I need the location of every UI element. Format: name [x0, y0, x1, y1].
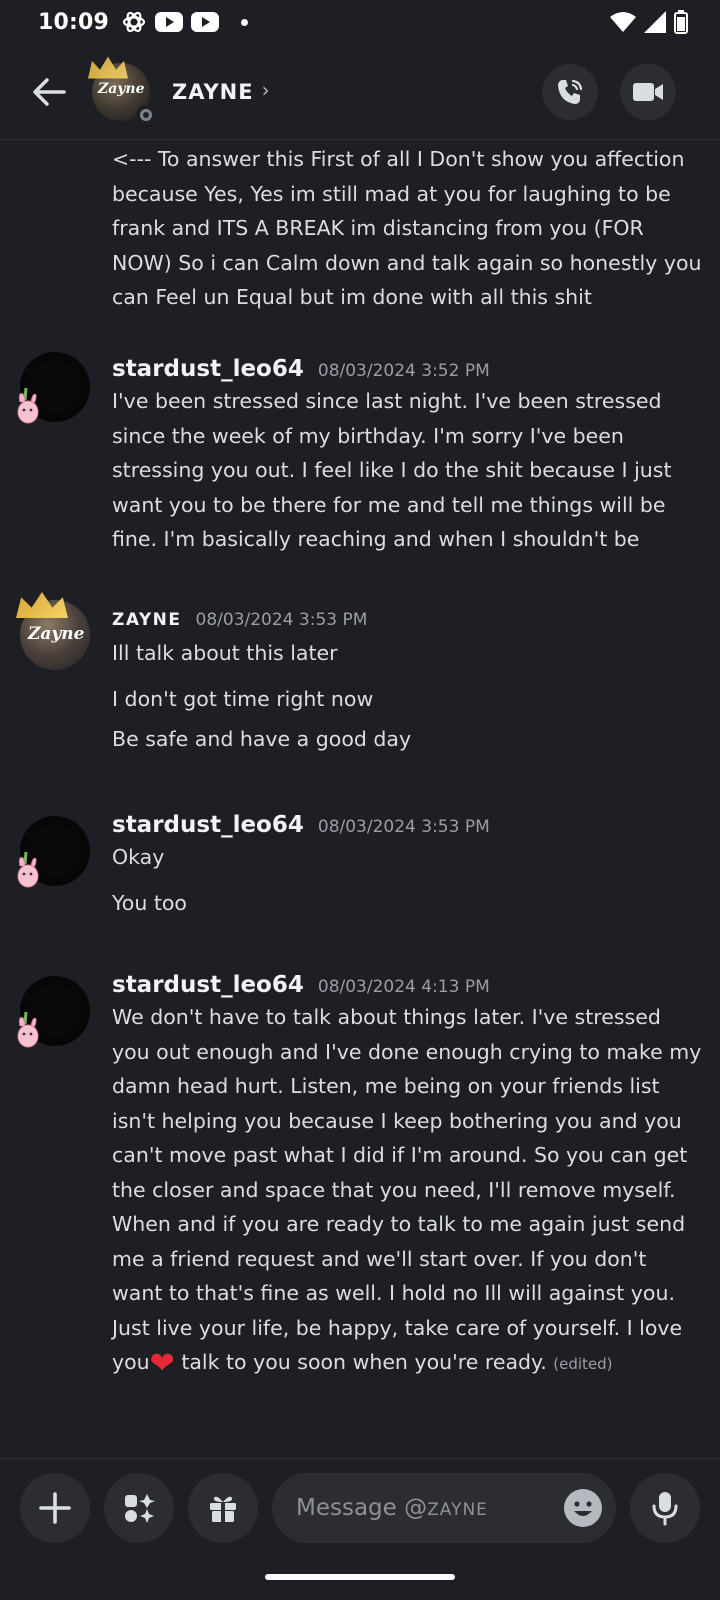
add-attachment-button[interactable]	[20, 1473, 90, 1543]
message-composer: Message @ZAYNE	[0, 1458, 720, 1554]
gift-icon	[210, 1496, 236, 1522]
placeholder-prefix: Message @	[296, 1495, 428, 1521]
gift-button[interactable]	[188, 1473, 258, 1543]
message-header: stardust_leo64 08/03/2024 4:13 PM	[112, 972, 702, 998]
avatar[interactable]: Zayne	[16, 592, 90, 670]
contact-name[interactable]: ZAYNE	[172, 80, 254, 104]
microphone-icon	[652, 1492, 678, 1526]
header-actions	[542, 63, 676, 120]
avatar-logo-text: Zayne	[28, 624, 85, 644]
phone-icon	[558, 79, 583, 104]
message-header: stardust_leo64 08/03/2024 3:53 PM	[112, 812, 702, 838]
message-timestamp: 08/03/2024 3:53 PM	[317, 817, 490, 837]
more-notifications-dot-icon	[241, 18, 249, 26]
author-name[interactable]: ZAYNE	[112, 610, 182, 630]
bunny-decoration-icon	[17, 1011, 39, 1048]
video-call-button[interactable]	[620, 63, 676, 120]
message-input[interactable]: Message @ZAYNE	[272, 1473, 616, 1543]
message-group[interactable]: stardust_leo64 08/03/2024 3:52 PM I've b…	[112, 356, 702, 557]
home-indicator[interactable]	[265, 1574, 455, 1580]
wifi-icon	[610, 11, 636, 33]
voice-message-button[interactable]	[630, 1473, 700, 1543]
cell-signal-icon	[644, 11, 666, 33]
message-timestamp: 08/03/2024 3:53 PM	[195, 610, 368, 630]
message-text-part: We don't have to talk about things later…	[112, 1005, 702, 1374]
apps-icon	[125, 1494, 155, 1523]
placeholder-recipient: ZAYNE	[427, 1500, 488, 1520]
status-bar: 10:09	[0, 0, 720, 44]
message-text-part: talk to you soon when you're ready.	[174, 1350, 547, 1374]
youtube-icon	[155, 12, 184, 32]
status-notification-icons	[121, 9, 249, 35]
message-text: <--- To answer this First of all I Don't…	[112, 147, 702, 309]
message-timestamp: 08/03/2024 3:52 PM	[317, 361, 490, 381]
status-system-icons	[610, 10, 688, 34]
plus-icon	[39, 1492, 71, 1524]
bunny-decoration-icon	[17, 387, 39, 424]
message-text: Be safe and have a good day	[112, 727, 412, 751]
message-text: Okay	[112, 845, 165, 869]
message-text: Ill talk about this later	[112, 641, 338, 665]
message-continuation[interactable]: <--- To answer this First of all I Don't…	[112, 142, 702, 315]
message-text: I don't got time right now	[112, 686, 374, 711]
video-camera-icon	[633, 82, 663, 101]
openai-icon	[121, 9, 147, 35]
heart-emoji-icon: ❤	[149, 1346, 175, 1381]
message-timestamp: 08/03/2024 4:13 PM	[317, 977, 490, 997]
chevron-right-icon[interactable]: ›	[262, 78, 270, 102]
message-group[interactable]: stardust_leo64 08/03/2024 4:13 PM We don…	[112, 972, 702, 1382]
message-input-placeholder: Message @ZAYNE	[296, 1495, 488, 1521]
message-header: stardust_leo64 08/03/2024 3:52 PM	[112, 356, 702, 382]
contact-avatar[interactable]: Zayne	[88, 56, 156, 125]
status-time: 10:09	[38, 9, 110, 35]
bunny-decoration-icon	[17, 851, 39, 888]
battery-icon	[674, 10, 688, 34]
chat-header: Zayne ZAYNE ›	[0, 44, 720, 140]
author-name[interactable]: stardust_leo64	[112, 972, 304, 998]
emoji-icon	[574, 1501, 592, 1516]
message-text: I've been stressed since last night. I'v…	[112, 389, 672, 551]
message-header: ZAYNE 08/03/2024 3:53 PM	[112, 610, 702, 630]
apps-button[interactable]	[104, 1473, 174, 1543]
message-text: You too	[112, 890, 187, 915]
author-name[interactable]: stardust_leo64	[112, 356, 304, 382]
message-text: We don't have to talk about things later…	[112, 1000, 702, 1382]
voice-call-button[interactable]	[542, 63, 598, 120]
crown-decoration-icon	[88, 56, 128, 79]
author-name[interactable]: stardust_leo64	[112, 812, 304, 838]
emoji-button[interactable]	[564, 1489, 602, 1527]
offline-status-icon	[136, 104, 156, 125]
message-group[interactable]: stardust_leo64 08/03/2024 3:53 PM Okay Y…	[112, 812, 702, 920]
avatar-logo-text: Zayne	[98, 80, 145, 97]
crown-decoration-icon	[16, 592, 68, 618]
message-group[interactable]: ZAYNE 08/03/2024 3:53 PM Ill talk about …	[112, 610, 702, 757]
arrow-left-icon	[33, 77, 66, 106]
youtube-icon	[191, 12, 220, 32]
back-button[interactable]	[24, 67, 74, 117]
edited-label: (edited)	[553, 1355, 613, 1373]
